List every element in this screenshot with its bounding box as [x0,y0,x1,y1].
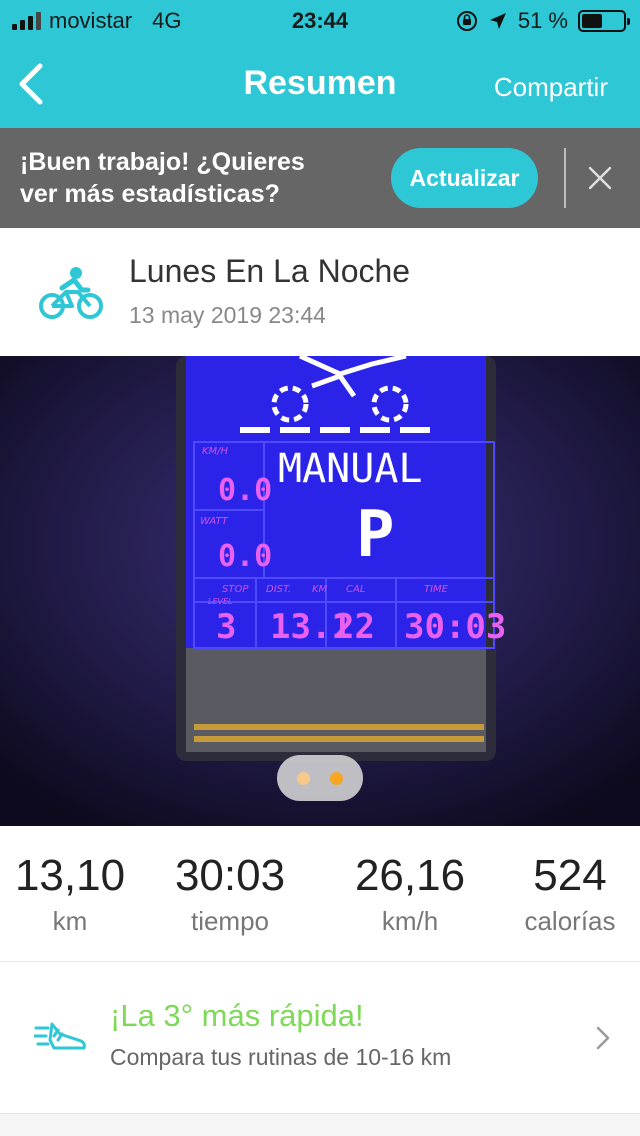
display-cal: 22 [334,607,375,647]
stat-value: 30:03 [174,851,286,900]
stat-distance: 13,10 km [0,850,150,937]
display-mode: MANUAL [278,446,423,492]
stat-unit: calorías [524,906,616,936]
stat-unit: tiempo [190,906,270,936]
share-button[interactable]: Compartir [494,72,608,103]
pager-dot-1[interactable] [297,772,310,785]
stats-row: 13,10 km 30:03 tiempo 26,16 km/h 524 cal… [0,826,640,962]
stat-unit: km/h [381,906,439,936]
display-label-stop: STOP [222,584,249,595]
display-label-kmh: KM/H [202,446,229,457]
stat-time: 30:03 tiempo [150,850,310,937]
pager-dot-2[interactable] [330,772,343,785]
display-program: P [356,498,395,572]
status-right: 51 % [456,8,630,34]
location-arrow-icon [489,13,506,29]
activity-date: 13 may 2019 23:44 [129,302,326,328]
running-shoe-icon [34,1022,86,1050]
banner-line-1: ¡Buen trabajo! ¿Quieres [20,148,305,176]
ranking-insight-row[interactable]: ¡La 3° más rápida! Compara tus rutinas d… [0,962,640,1114]
stat-speed: 26,16 km/h [330,850,490,937]
battery-icon [578,10,630,32]
activity-photo[interactable]: KM/H WATT STOP LEVEL DIST. KM CAL TIME 0… [0,356,640,826]
rotation-lock-icon [456,11,477,31]
display-time: 30:03 [404,607,506,647]
display-level: 3 [216,607,236,647]
battery-percent: 51 % [517,8,568,33]
activity-name: Lunes En La Noche [129,253,411,289]
insight-headline: ¡La 3° más rápida! [110,998,364,1033]
display-speed: 0.0 [218,473,272,508]
display-watt: 0.0 [218,539,272,574]
close-banner-button[interactable] [584,162,616,194]
cycling-icon [39,267,103,319]
stat-value: 13,10 [14,851,126,900]
banner-line-2: ver más estadísticas? [20,180,280,208]
nav-bar: Resumen Compartir [0,40,640,128]
stat-value: 26,16 [354,851,466,900]
display-label-time: TIME [424,584,449,595]
display-label-watt: WATT [200,516,229,527]
stat-calories: 524 calorías [490,850,640,937]
bottom-divider [0,1114,640,1136]
insight-subtitle: Compara tus rutinas de 10-16 km [110,1044,452,1070]
display-label-dist: DIST. [266,584,291,595]
display-label-level: LEVEL [208,597,233,606]
upgrade-banner: ¡Buen trabajo! ¿Quieres ver más estadíst… [0,128,640,228]
image-pager[interactable] [277,755,363,801]
upgrade-button[interactable]: Actualizar [391,148,538,208]
display-label-km: KM [312,584,328,595]
banner-message: ¡Buen trabajo! ¿Quieres ver más estadíst… [20,146,380,210]
chevron-right-icon [596,1026,610,1050]
display-label-cal: CAL [346,584,365,595]
banner-divider [564,148,566,208]
close-icon [588,166,612,190]
status-bar: movistar 4G 23:44 51 % [0,0,640,40]
stat-value: 524 [533,851,607,900]
stat-unit: km [52,906,88,936]
activity-header: Lunes En La Noche 13 may 2019 23:44 [0,228,640,356]
